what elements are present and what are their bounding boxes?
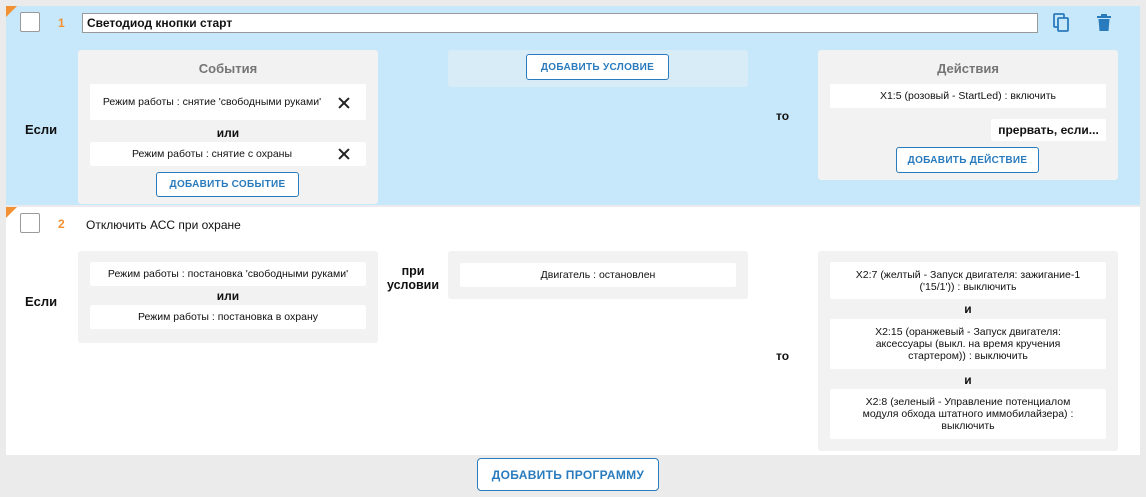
action-text: X2:8 (зеленый - Управление потенциалом м… [862, 396, 1074, 432]
actions-card: Действия X1:5 (розовый - StartLed) : вкл… [818, 50, 1118, 180]
add-action-button[interactable]: ДОБАВИТЬ ДЕЙСТВИЕ [896, 147, 1039, 173]
action-text: X1:5 (розовый - StartLed) : включить [879, 90, 1057, 102]
then-label: то [776, 349, 790, 363]
or-label: или [216, 289, 240, 303]
program-2-checkbox[interactable] [20, 213, 40, 233]
add-program-button[interactable]: ДОБАВИТЬ ПРОГРАММУ [477, 458, 659, 491]
condition-text: Двигатель : остановлен [540, 269, 656, 281]
close-icon[interactable] [338, 97, 350, 109]
events-card: События Режим работы : снятие 'свободным… [78, 50, 378, 204]
and-label: и [964, 373, 972, 387]
if-label: Если [25, 294, 58, 309]
condition-item[interactable]: Двигатель : остановлен [460, 263, 736, 287]
program-1-name-input[interactable] [82, 13, 1038, 33]
event-item[interactable]: Режим работы : снятие с охраны [90, 142, 366, 166]
abort-if-button[interactable]: прервать, если... [991, 119, 1106, 141]
add-event-button[interactable]: ДОБАВИТЬ СОБЫТИЕ [156, 172, 299, 197]
event-item[interactable]: Режим работы : постановка в охрану [90, 305, 366, 329]
action-text: X2:15 (оранжевый - Запуск двигателя: акс… [875, 326, 1061, 362]
or-label: или [216, 126, 240, 140]
actions-title: Действия [937, 61, 999, 76]
action-item[interactable]: X2:7 (желтый - Запуск двигателя: зажиган… [830, 262, 1106, 299]
event-text: Режим работы : снятие 'свободными руками… [102, 96, 322, 108]
actions-card: X2:7 (желтый - Запуск двигателя: зажиган… [818, 251, 1118, 451]
program-corner-marker [6, 6, 17, 17]
program-2-name[interactable]: Отключить АСС при охране [86, 218, 241, 232]
if-label: Если [25, 122, 58, 137]
action-text: X2:7 (желтый - Запуск двигателя: зажиган… [855, 268, 1081, 293]
event-text: Режим работы : снятие с охраны [131, 148, 293, 160]
event-item[interactable]: Режим работы : постановка 'свободными ру… [90, 262, 366, 286]
program-corner-marker [6, 207, 17, 218]
then-label: то [776, 109, 790, 123]
event-text: Режим работы : постановка в охрану [138, 311, 318, 323]
conditions-area: ДОБАВИТЬ УСЛОВИЕ [448, 50, 748, 87]
condition-label: при условии [386, 264, 440, 292]
add-condition-button[interactable]: ДОБАВИТЬ УСЛОВИЕ [526, 54, 669, 80]
action-item[interactable]: X2:8 (зеленый - Управление потенциалом м… [830, 389, 1106, 439]
program-1: 1 Если События Режим работы : снятие 'св… [6, 6, 1140, 205]
action-item[interactable]: X2:15 (оранжевый - Запуск двигателя: акс… [830, 319, 1106, 369]
events-title: События [198, 61, 258, 76]
events-card: Режим работы : постановка 'свободными ру… [78, 251, 378, 343]
program-2-number: 2 [58, 217, 65, 231]
close-icon[interactable] [338, 148, 350, 160]
program-1-checkbox[interactable] [20, 12, 40, 32]
event-text: Режим работы : постановка 'свободными ру… [107, 268, 349, 280]
and-label: и [964, 302, 972, 316]
event-item[interactable]: Режим работы : снятие 'свободными руками… [90, 84, 366, 120]
program-2: 2 Отключить АСС при охране Если Режим ра… [6, 207, 1140, 455]
program-1-number: 1 [58, 16, 65, 30]
copy-icon[interactable] [1052, 13, 1070, 33]
programs-list: 1 Если События Режим работы : снятие 'св… [6, 6, 1140, 497]
action-item[interactable]: X1:5 (розовый - StartLed) : включить [830, 84, 1106, 108]
trash-icon[interactable] [1096, 13, 1114, 33]
conditions-card: Двигатель : остановлен [448, 251, 748, 299]
